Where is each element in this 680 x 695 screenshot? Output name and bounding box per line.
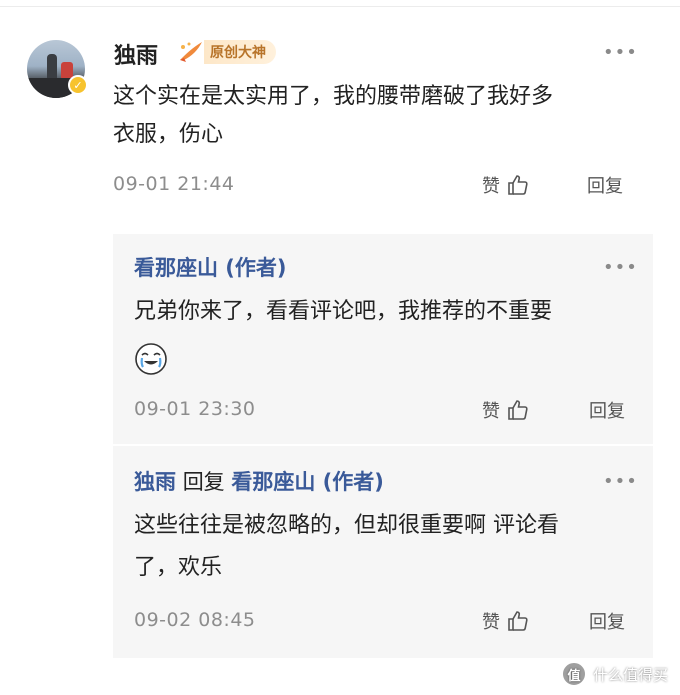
thumbs-up-icon <box>508 400 528 420</box>
reply-2-author[interactable]: 独雨 <box>134 470 176 494</box>
reply-1-text-line-1: 兄弟你来了，看看评论吧，我推荐的不重要 <box>134 299 553 324</box>
reply-2-reply-label: 回复 <box>589 612 625 633</box>
reply-2-like-button[interactable]: 赞 <box>482 608 530 634</box>
crying-laughing-emoji-icon <box>135 343 167 375</box>
reply-1-reply-button[interactable]: 回复 <box>589 397 625 423</box>
rank-badge: 原创大神 <box>176 38 276 66</box>
watermark-text: 什么值得买 <box>592 665 668 684</box>
reply-label: 回复 <box>587 176 623 197</box>
reply-2-more-options-icon[interactable]: ••• <box>603 473 638 491</box>
like-button[interactable]: 赞 <box>482 172 530 198</box>
reply-2-target-author[interactable]: 看那座山 (作者) <box>231 470 384 494</box>
avatar-figure <box>47 54 57 80</box>
comment-text-line-1: 这个实在是太实用了，我的腰带磨破了我好多 <box>113 84 554 109</box>
reply-2-header: 独雨 回复 看那座山 (作者) <box>134 466 384 496</box>
like-label: 赞 <box>482 176 500 197</box>
reply-1-header: 看那座山 (作者) <box>134 252 287 282</box>
reply-1-timestamp: 09-01 23:30 <box>134 398 256 420</box>
pen-feather-icon <box>176 38 206 66</box>
watermark: 值 什么值得买 <box>560 661 668 687</box>
rank-badge-label: 原创大神 <box>204 40 276 64</box>
reply-2-timestamp: 09-02 08:45 <box>134 609 256 631</box>
reply-1-author[interactable]: 看那座山 (作者) <box>134 256 287 280</box>
reply-2-text-line-2: 了，欢乐 <box>134 555 223 580</box>
comment-username[interactable]: 独雨 <box>114 38 158 70</box>
reply-2-reply-button[interactable]: 回复 <box>589 608 625 634</box>
thumbs-up-icon <box>508 611 528 631</box>
comment-text-line-2: 衣服，伤心 <box>113 122 224 147</box>
thumbs-up-icon <box>508 175 528 195</box>
reply-2-like-label: 赞 <box>482 612 500 633</box>
reply-button[interactable]: 回复 <box>587 172 623 198</box>
comment-item: ✓ 独雨 原创大神 ••• 这个实在是太实用了，我的腰带磨破了我好多 衣服，伤心… <box>0 0 680 695</box>
verified-icon: ✓ <box>68 75 88 95</box>
reply-1-reply-label: 回复 <box>589 401 625 422</box>
reply-1-more-options-icon[interactable]: ••• <box>603 259 638 277</box>
reply-1-like-label: 赞 <box>482 401 500 422</box>
more-options-icon[interactable]: ••• <box>603 44 638 62</box>
reply-2-reply-word: 回复 <box>182 470 225 494</box>
reply-1-like-button[interactable]: 赞 <box>482 397 530 423</box>
comment-timestamp: 09-01 21:44 <box>113 173 235 195</box>
reply-2-text-line-1: 这些往往是被忽略的，但却很重要啊 评论看 <box>134 513 559 538</box>
watermark-logo: 值 <box>560 661 587 687</box>
